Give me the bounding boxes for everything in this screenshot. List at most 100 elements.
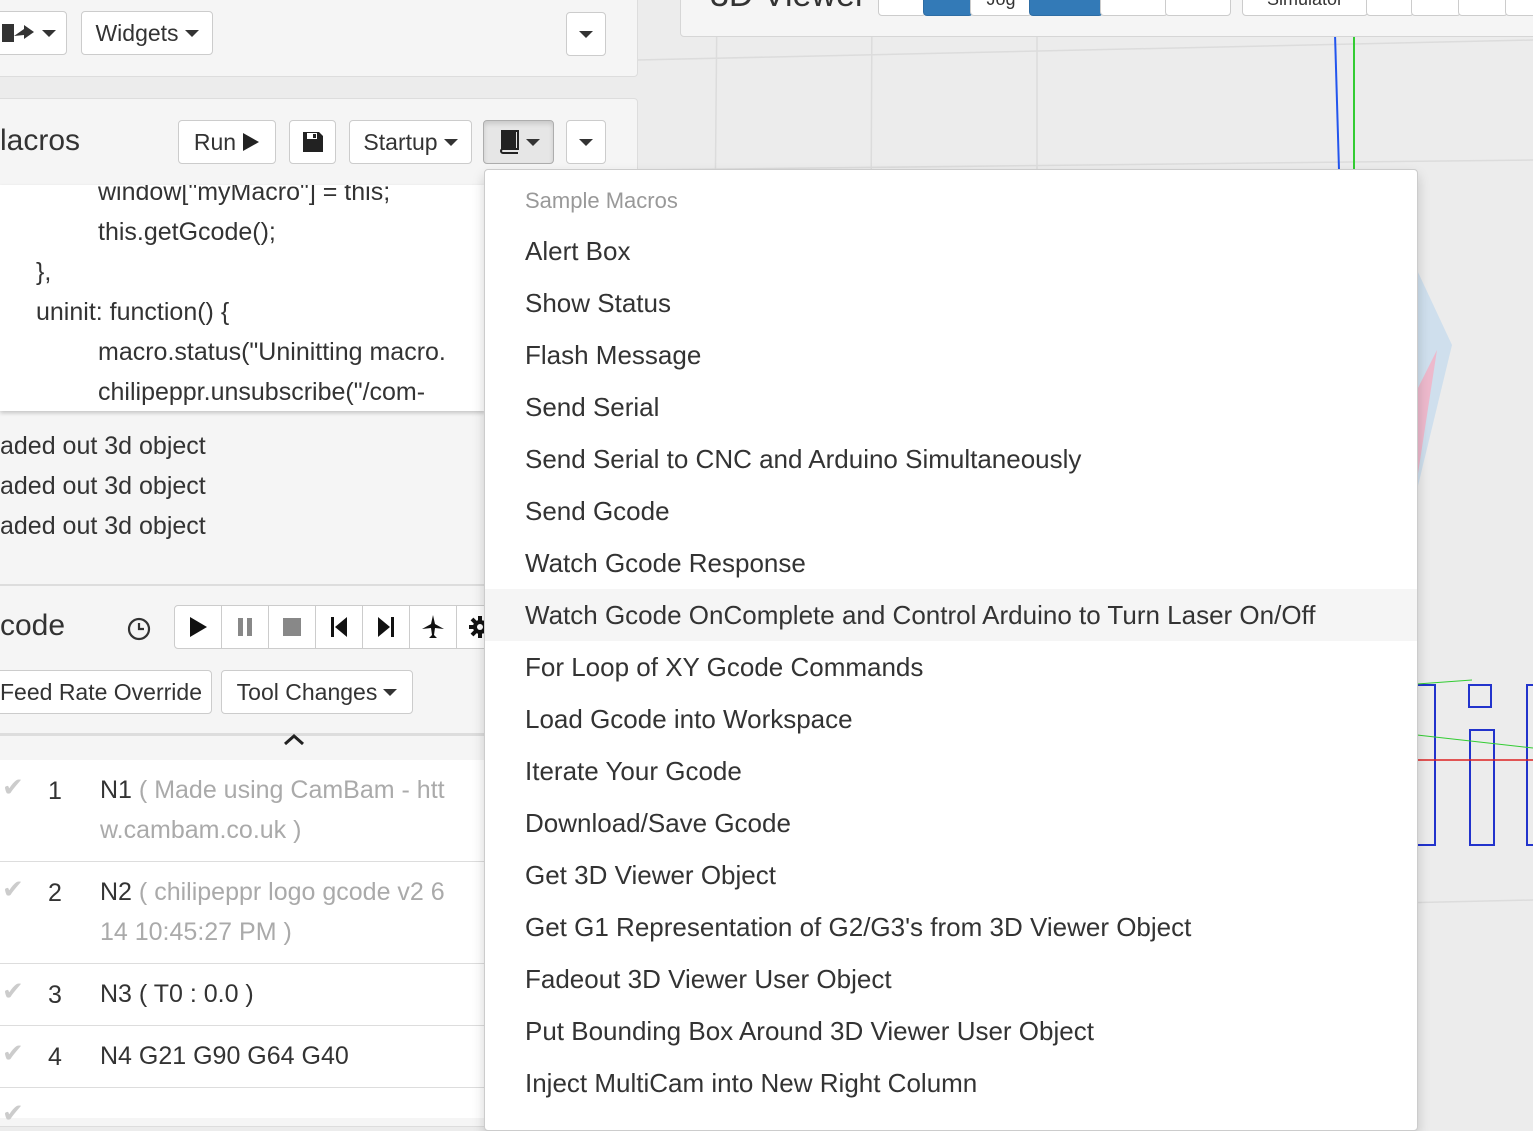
menu-item-watch-gcode-oncomplete[interactable]: Watch Gcode OnComplete and Control Ardui…: [485, 589, 1417, 641]
viewer-extra-button-2[interactable]: [1505, 0, 1533, 16]
play-icon: [190, 617, 207, 637]
clock-icon: [127, 617, 151, 641]
gcode-line-text: N1 ( Made using CamBam - htt w.cambam.co…: [100, 770, 485, 850]
gcode-command: N1: [100, 776, 132, 804]
dropdown-header: Sample Macros: [525, 188, 678, 213]
viewer-btn-1[interactable]: [878, 0, 926, 16]
gcode-row[interactable]: ✔ 3 N3 ( T0 : 0.0 ): [0, 964, 485, 1026]
chevron-down-icon: [525, 138, 540, 146]
gcode-comment: w.cambam.co.uk ): [100, 816, 302, 844]
code-line: uninit: function() {: [36, 298, 230, 326]
gcode-rewind-button[interactable]: [316, 606, 363, 648]
gcode-stop-button[interactable]: [269, 606, 316, 648]
tool-changes-label: Tool Changes: [236, 678, 378, 705]
gcode-comment: ( chilipeppr logo gcode v2 6: [138, 878, 445, 906]
menu-item-bounding-box[interactable]: Put Bounding Box Around 3D Viewer User O…: [485, 1005, 1417, 1057]
menu-item-iterate-gcode[interactable]: Iterate Your Gcode: [485, 745, 1417, 797]
gcode-line-number: 2: [48, 879, 62, 907]
viewer-jog-button[interactable]: Jog: [970, 0, 1032, 16]
gcode-comment: 14 10:45:27 PM ): [100, 918, 292, 946]
code-line: macro.status("Uninitting macro.: [98, 338, 446, 366]
gcode-pause-button[interactable]: [222, 606, 269, 648]
check-icon: ✔: [2, 1098, 24, 1128]
menu-item-get-g1-representation[interactable]: Get G1 Representation of G2/G3's from 3D…: [485, 901, 1417, 953]
code-line: window["myMacro"] = this;: [98, 185, 391, 206]
macro-log-line: aded out 3d object: [0, 512, 206, 540]
check-icon: ✔: [2, 976, 24, 1006]
menu-item-send-gcode[interactable]: Send Gcode: [485, 485, 1417, 537]
feed-rate-label: Feed Rate Override: [0, 678, 202, 705]
gcode-forward-button[interactable]: [363, 606, 410, 648]
viewer-btn-active-2[interactable]: [1029, 0, 1103, 16]
menu-item-alert-box[interactable]: Alert Box: [485, 225, 1417, 277]
viewer-btn-grid[interactable]: [1100, 0, 1168, 16]
samples-dropdown-button[interactable]: [483, 120, 554, 164]
menu-item-download-save-gcode[interactable]: Download/Save Gcode: [485, 797, 1417, 849]
check-icon: ✔: [2, 772, 24, 802]
menu-item-load-gcode[interactable]: Load Gcode into Workspace: [485, 693, 1417, 745]
gcode-row[interactable]: ✔: [0, 1088, 485, 1128]
chevron-down-icon: [579, 30, 593, 38]
gcode-line-number: 4: [48, 1043, 62, 1071]
menu-item-get-3d-viewer-object[interactable]: Get 3D Viewer Object: [485, 849, 1417, 901]
tool-changes-dropdown-button[interactable]: Tool Changes: [221, 670, 413, 714]
menu-item-show-status[interactable]: Show Status: [485, 277, 1417, 329]
startup-label: Startup: [363, 128, 438, 155]
gcode-title: code: [0, 609, 66, 642]
check-icon: ✔: [2, 1038, 24, 1068]
gcode-plane-button[interactable]: [410, 606, 457, 648]
menu-item-watch-gcode-response[interactable]: Watch Gcode Response: [485, 537, 1417, 589]
gcode-play-button[interactable]: [175, 606, 222, 648]
menu-item-send-serial-cnc-arduino[interactable]: Send Serial to CNC and Arduino Simultane…: [485, 433, 1417, 485]
gcode-comment: ( Made using CamBam - htt: [138, 776, 445, 804]
viewer-btn-active-1[interactable]: [923, 0, 973, 16]
chevron-down-icon: [41, 29, 56, 37]
viewer-play-button[interactable]: [1366, 0, 1414, 16]
gcode-line-text: N3 ( T0 : 0.0 ): [100, 974, 485, 1014]
gcode-row[interactable]: ✔ 1 N1 ( Made using CamBam - htt w.camba…: [0, 760, 485, 862]
share-dropdown-button[interactable]: [0, 11, 67, 55]
code-line: chilipeppr.unsubscribe("/com-: [98, 378, 426, 406]
plane-icon: [422, 615, 444, 638]
startup-dropdown-button[interactable]: Startup: [349, 120, 472, 164]
menu-item-for-loop-xy[interactable]: For Loop of XY Gcode Commands: [485, 641, 1417, 693]
top-panel-collapse-button[interactable]: [566, 12, 606, 56]
macro-log-line: aded out 3d object: [0, 432, 206, 460]
gcode-line-number: 1: [48, 777, 62, 805]
feed-rate-override-button[interactable]: Feed Rate Override: [0, 670, 212, 714]
macro-log-line: aded out 3d object: [0, 472, 206, 500]
collapse-up-icon[interactable]: [282, 733, 306, 745]
macro-code-editor[interactable]: window["myMacro"] = this; this.getGcode(…: [0, 185, 485, 411]
step-backward-icon: [331, 617, 347, 637]
check-icon: ✔: [2, 874, 24, 904]
macros-collapse-button[interactable]: [566, 120, 606, 164]
viewer-simulator-button[interactable]: Simulator: [1242, 0, 1368, 16]
menu-item-send-serial[interactable]: Send Serial: [485, 381, 1417, 433]
chevron-down-icon: [443, 138, 458, 146]
menu-item-inject-multicam[interactable]: Inject MultiCam into New Right Column: [485, 1057, 1417, 1109]
gcode-row[interactable]: ✔ 2 N2 ( chilipeppr logo gcode v2 6 14 1…: [0, 862, 485, 964]
pause-icon: [238, 618, 252, 636]
gcode-line-number: 3: [48, 981, 62, 1009]
chevron-down-icon: [579, 138, 593, 146]
gcode-command: N2: [100, 878, 132, 906]
gcode-command: N4 G21 G90 G64 G40: [100, 1042, 349, 1070]
widgets-dropdown-button[interactable]: Widgets: [81, 11, 213, 55]
menu-item-flash-message[interactable]: Flash Message: [485, 329, 1417, 381]
viewer-title: 3D Viewer: [710, 0, 866, 15]
code-line: },: [36, 258, 52, 286]
gcode-row[interactable]: ✔ 4 N4 G21 G90 G64 G40: [0, 1026, 485, 1088]
share-icon: [1, 24, 34, 42]
menu-item-fadeout-user-object[interactable]: Fadeout 3D Viewer User Object: [485, 953, 1417, 1005]
save-macro-button[interactable]: [289, 120, 336, 164]
code-line: this.getGcode();: [98, 218, 276, 246]
run-macro-button[interactable]: Run: [178, 120, 276, 164]
viewer-btn-more[interactable]: [1165, 0, 1231, 16]
gcode-list-splitter[interactable]: [0, 733, 485, 736]
gcode-playback-controls: [174, 605, 504, 649]
stop-icon: [283, 618, 301, 636]
step-forward-icon: [378, 617, 394, 637]
viewer-speed-button[interactable]: [1411, 0, 1461, 16]
viewer-extra-button[interactable]: [1458, 0, 1508, 16]
book-icon: [499, 130, 519, 154]
